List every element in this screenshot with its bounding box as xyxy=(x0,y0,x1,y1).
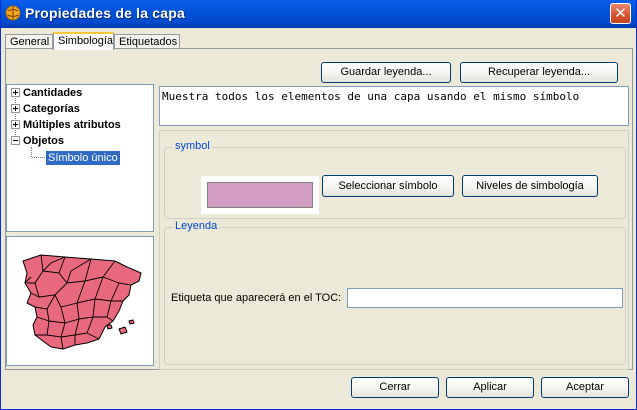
expand-plus-icon[interactable] xyxy=(11,87,20,97)
symbol-preview[interactable] xyxy=(201,176,319,214)
window-title: Propiedades de la capa xyxy=(25,5,186,21)
close-button[interactable]: Cerrar xyxy=(351,377,439,398)
app-globe-icon xyxy=(5,5,21,21)
accept-button[interactable]: Aceptar xyxy=(541,377,629,398)
expand-plus-icon[interactable] xyxy=(11,103,20,113)
collapse-minus-icon[interactable] xyxy=(11,135,20,145)
legend-settings-area: symbol Seleccionar símbolo Niveles de si… xyxy=(159,130,629,370)
close-icon: ✕ xyxy=(614,4,627,22)
symbol-color-swatch xyxy=(207,182,313,208)
tab-general[interactable]: General xyxy=(5,34,53,49)
tab-simbologia[interactable]: Simbología xyxy=(53,32,114,50)
close-window-button[interactable]: ✕ xyxy=(610,3,631,24)
load-legend-button[interactable]: Recuperar leyenda... xyxy=(460,62,618,83)
save-legend-button[interactable]: Guardar leyenda... xyxy=(321,62,451,83)
tab-etiquetados[interactable]: Etiquetados xyxy=(114,34,180,49)
symbol-group-title: symbol xyxy=(173,140,212,152)
spain-provinces-map-preview xyxy=(22,254,142,350)
legend-preview xyxy=(6,236,154,366)
expand-plus-icon[interactable] xyxy=(11,119,20,129)
apply-button[interactable]: Aplicar xyxy=(446,377,534,398)
tree-item-simbolo-unico[interactable]: Símbolo único xyxy=(46,151,120,165)
toc-label-input[interactable] xyxy=(347,288,623,308)
select-symbol-button[interactable]: Seleccionar símbolo xyxy=(322,175,454,197)
symbol-group: symbol Seleccionar símbolo Niveles de si… xyxy=(164,140,626,219)
legend-group-title: Leyenda xyxy=(173,220,220,232)
layer-properties-dialog: Propiedades de la capa ✕ General Simbolo… xyxy=(0,0,637,410)
tree-item-objetos[interactable]: Objetos xyxy=(11,134,64,149)
tree-item-cantidades[interactable]: Cantidades xyxy=(11,86,82,101)
symbology-levels-button[interactable]: Niveles de simbología xyxy=(462,175,598,197)
tree-item-categorias[interactable]: Categorías xyxy=(11,102,80,117)
title-bar[interactable]: Propiedades de la capa ✕ xyxy=(1,0,636,28)
tree-item-multiples-atributos[interactable]: Múltiples atributos xyxy=(11,118,121,133)
toc-label: Etiqueta que aparecerá en el TOC: xyxy=(171,292,342,304)
legend-type-tree[interactable]: Cantidades Categorías Múltiples atributo… xyxy=(6,84,154,232)
legend-description: Muestra todos los elementos de una capa … xyxy=(159,86,629,126)
